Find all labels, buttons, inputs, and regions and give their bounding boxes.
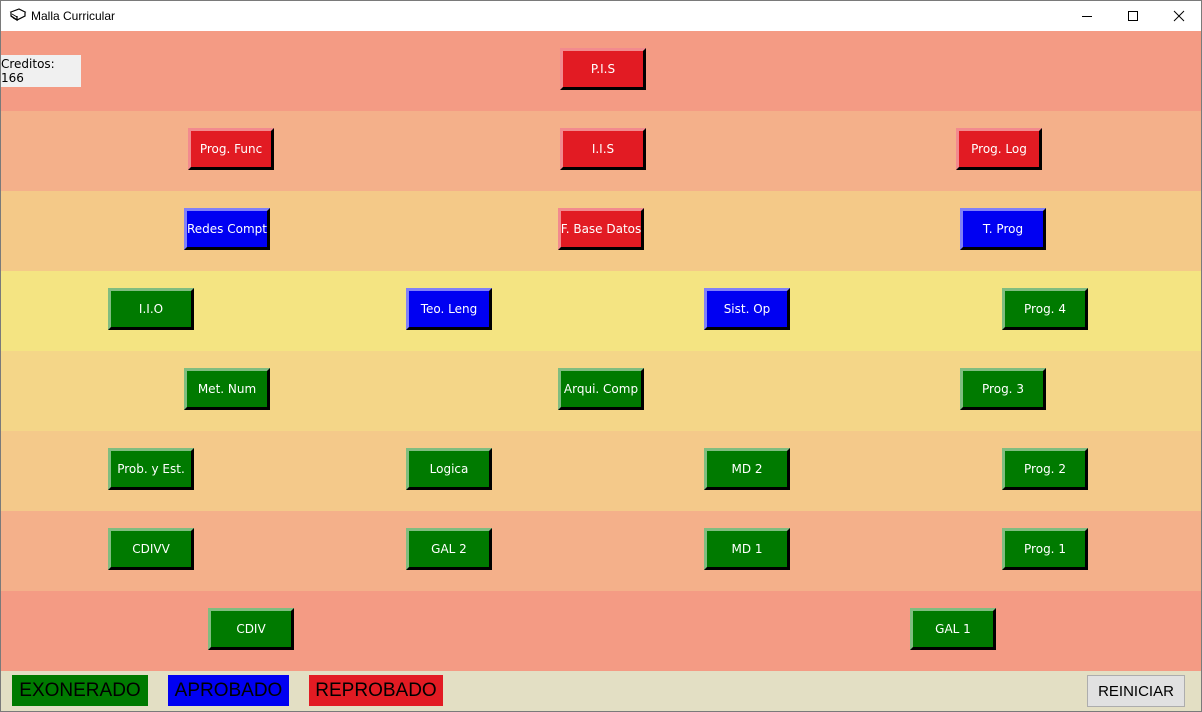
course-button[interactable]: T. Prog [960,208,1046,250]
reset-button[interactable]: REINICIAR [1087,675,1185,707]
semester-row: CDIV GAL 1 [1,591,1201,671]
semester-row: Redes Compt F. Base Datos T. Prog [1,191,1201,271]
course-button[interactable]: MD 1 [704,528,790,570]
semester-row: CDIVV GAL 2 MD 1 Prog. 1 [1,511,1201,591]
minimize-icon [1081,10,1093,22]
credits-counter: Creditos: 166 [1,55,81,87]
course-button[interactable]: I.I.S [560,128,646,170]
legend-exonerado: EXONERADO [12,675,148,706]
legend-aprobado: APROBADO [168,675,289,706]
course-button[interactable]: Prog. 1 [1002,528,1088,570]
course-button[interactable]: Prog. Log [956,128,1042,170]
maximize-icon [1127,10,1139,22]
semester-row: P.I.S [1,31,1201,111]
maximize-button[interactable] [1110,1,1156,31]
course-button[interactable]: F. Base Datos [558,208,644,250]
app-window: Malla Curricular P.I.S Prog. Func I.I.S … [0,0,1202,712]
course-button[interactable]: Prog. 3 [960,368,1046,410]
semester-row: Prog. Func I.I.S Prog. Log [1,111,1201,191]
course-button[interactable]: I.I.O [108,288,194,330]
window-title: Malla Curricular [31,9,116,23]
semester-row: Prob. y Est. Logica MD 2 Prog. 2 [1,431,1201,511]
close-button[interactable] [1156,1,1201,31]
semester-row: I.I.O Teo. Leng Sist. Op Prog. 4 [1,271,1201,351]
title-bar[interactable]: Malla Curricular [1,1,1201,31]
course-button[interactable]: Prog. 4 [1002,288,1088,330]
semester-row: Met. Num Arqui. Comp Prog. 3 [1,351,1201,431]
minimize-button[interactable] [1064,1,1110,31]
course-button[interactable]: Prob. y Est. [108,448,194,490]
course-button[interactable]: Logica [406,448,492,490]
course-button[interactable]: GAL 1 [910,608,996,650]
course-button[interactable]: Prog. Func [188,128,274,170]
course-button[interactable]: Teo. Leng [406,288,492,330]
footer-bar: EXONERADO APROBADO REPROBADO REINICIAR [1,671,1201,711]
course-button[interactable]: Redes Compt [184,208,270,250]
course-button[interactable]: MD 2 [704,448,790,490]
book-icon [9,7,27,25]
course-button[interactable]: Prog. 2 [1002,448,1088,490]
course-button[interactable]: Arqui. Comp [558,368,644,410]
course-button[interactable]: CDIVV [108,528,194,570]
course-button[interactable]: Met. Num [184,368,270,410]
close-icon [1173,10,1185,22]
course-button[interactable]: Sist. Op [704,288,790,330]
course-button[interactable]: CDIV [208,608,294,650]
course-button[interactable]: P.I.S [560,48,646,90]
course-button[interactable]: GAL 2 [406,528,492,570]
legend-reprobado: REPROBADO [309,675,443,706]
